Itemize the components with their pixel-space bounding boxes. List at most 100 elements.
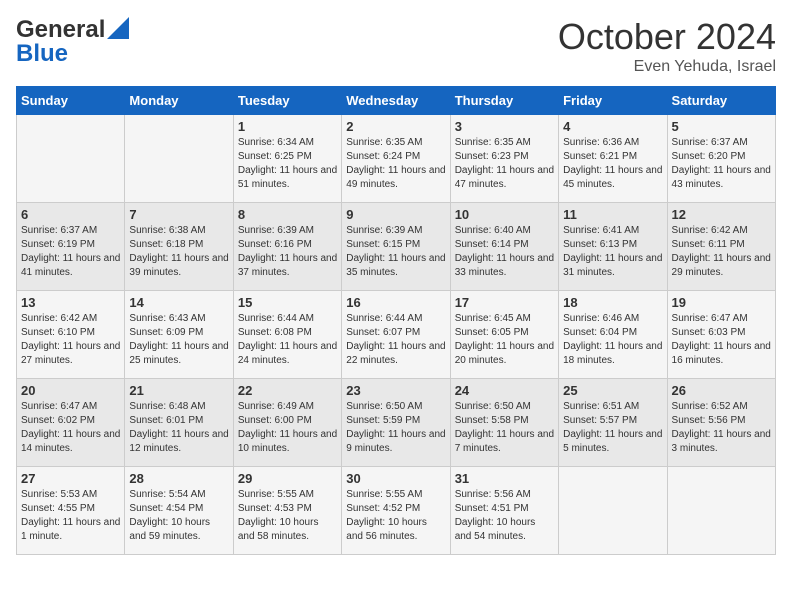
day-cell: 11Sunrise: 6:41 AM Sunset: 6:13 PM Dayli… xyxy=(559,203,667,291)
day-number: 14 xyxy=(129,295,228,310)
day-number: 7 xyxy=(129,207,228,222)
day-cell xyxy=(17,115,125,203)
day-number: 28 xyxy=(129,471,228,486)
day-number: 10 xyxy=(455,207,554,222)
day-cell: 26 Sunrise: 6:52 AM Sunset: 5:56 PM Dayli… xyxy=(667,379,775,467)
day-info: Sunrise: 6:42 AM Sunset: 6:11 PM Dayligh… xyxy=(672,224,771,280)
logo: General Blue xyxy=(16,16,129,68)
day-info: Sunrise: 6:35 AM Sunset: 6:24 PM Dayligh… xyxy=(346,136,445,192)
day-info: Sunrise: 5:56 AM Sunset: 4:51 PM Dayligh… xyxy=(455,488,554,544)
day-cell: 4Sunrise: 6:36 AM Sunset: 6:21 PM Daylig… xyxy=(559,115,667,203)
day-info: Sunrise: 5:54 AM Sunset: 4:54 PM Dayligh… xyxy=(129,488,228,544)
day-cell: 6 Sunrise: 6:37 AM Sunset: 6:19 PM Daylig… xyxy=(17,203,125,291)
day-cell xyxy=(559,467,667,555)
day-cell: 19 Sunrise: 6:47 AM Sunset: 6:03 PM Dayli… xyxy=(667,291,775,379)
day-info: Sunrise: 6:41 AM Sunset: 6:13 PM Dayligh… xyxy=(563,224,662,280)
day-number: 1 xyxy=(238,119,337,134)
day-info: Sunrise: 6:48 AM Sunset: 6:01 PM Dayligh… xyxy=(129,400,228,456)
day-number: 18 xyxy=(563,295,662,310)
day-info: Sunrise: 6:50 AM Sunset: 5:58 PM Dayligh… xyxy=(455,400,554,456)
day-number: 31 xyxy=(455,471,554,486)
day-cell: 17 Sunrise: 6:45 AM Sunset: 6:05 PM Dayli… xyxy=(450,291,558,379)
day-cell: 15 Sunrise: 6:44 AM Sunset: 6:08 PM Dayli… xyxy=(233,291,341,379)
day-info: Sunrise: 6:47 AM Sunset: 6:03 PM Dayligh… xyxy=(672,312,771,368)
day-cell: 21 Sunrise: 6:48 AM Sunset: 6:01 PM Dayli… xyxy=(125,379,233,467)
day-number: 3 xyxy=(455,119,554,134)
header-wednesday: Wednesday xyxy=(342,87,450,115)
day-info: Sunrise: 6:39 AM Sunset: 6:15 PM Dayligh… xyxy=(346,224,445,280)
day-info: Sunrise: 6:43 AM Sunset: 6:09 PM Dayligh… xyxy=(129,312,228,368)
day-info: Sunrise: 6:38 AM Sunset: 6:18 PM Dayligh… xyxy=(129,224,228,280)
header-sunday: Sunday xyxy=(17,87,125,115)
logo-blue: Blue xyxy=(16,40,68,68)
day-cell: 23Sunrise: 6:50 AM Sunset: 5:59 PM Dayli… xyxy=(342,379,450,467)
header-saturday: Saturday xyxy=(667,87,775,115)
day-cell: 30Sunrise: 5:55 AM Sunset: 4:52 PM Dayli… xyxy=(342,467,450,555)
day-number: 22 xyxy=(238,383,337,398)
day-cell: 31 Sunrise: 5:56 AM Sunset: 4:51 PM Dayli… xyxy=(450,467,558,555)
day-number: 16 xyxy=(346,295,445,310)
day-info: Sunrise: 6:47 AM Sunset: 6:02 PM Dayligh… xyxy=(21,400,120,456)
day-number: 29 xyxy=(238,471,337,486)
day-number: 15 xyxy=(238,295,337,310)
day-number: 30 xyxy=(346,471,445,486)
day-cell: 29 Sunrise: 5:55 AM Sunset: 4:53 PM Dayli… xyxy=(233,467,341,555)
day-info: Sunrise: 6:37 AM Sunset: 6:19 PM Dayligh… xyxy=(21,224,120,280)
day-cell: 14 Sunrise: 6:43 AM Sunset: 6:09 PM Dayli… xyxy=(125,291,233,379)
day-number: 23 xyxy=(346,383,445,398)
day-cell: 13Sunrise: 6:42 AM Sunset: 6:10 PM Dayli… xyxy=(17,291,125,379)
day-cell: 24 Sunrise: 6:50 AM Sunset: 5:58 PM Dayli… xyxy=(450,379,558,467)
day-number: 19 xyxy=(672,295,771,310)
day-number: 25 xyxy=(563,383,662,398)
day-info: Sunrise: 6:34 AM Sunset: 6:25 PM Dayligh… xyxy=(238,136,337,192)
day-number: 13 xyxy=(21,295,120,310)
week-row-2: 13Sunrise: 6:42 AM Sunset: 6:10 PM Dayli… xyxy=(17,291,776,379)
header-thursday: Thursday xyxy=(450,87,558,115)
day-info: Sunrise: 6:35 AM Sunset: 6:23 PM Dayligh… xyxy=(455,136,554,192)
week-row-1: 6 Sunrise: 6:37 AM Sunset: 6:19 PM Daylig… xyxy=(17,203,776,291)
day-cell: 28 Sunrise: 5:54 AM Sunset: 4:54 PM Dayli… xyxy=(125,467,233,555)
day-cell: 22 Sunrise: 6:49 AM Sunset: 6:00 PM Dayli… xyxy=(233,379,341,467)
day-number: 12 xyxy=(672,207,771,222)
header-friday: Friday xyxy=(559,87,667,115)
week-row-3: 20Sunrise: 6:47 AM Sunset: 6:02 PM Dayli… xyxy=(17,379,776,467)
week-row-0: 1 Sunrise: 6:34 AM Sunset: 6:25 PM Daylig… xyxy=(17,115,776,203)
day-info: Sunrise: 6:45 AM Sunset: 6:05 PM Dayligh… xyxy=(455,312,554,368)
day-cell: 18Sunrise: 6:46 AM Sunset: 6:04 PM Dayli… xyxy=(559,291,667,379)
day-number: 6 xyxy=(21,207,120,222)
calendar-table: SundayMondayTuesdayWednesdayThursdayFrid… xyxy=(16,86,776,555)
month-title: October 2024 xyxy=(558,16,776,58)
day-cell: 3 Sunrise: 6:35 AM Sunset: 6:23 PM Daylig… xyxy=(450,115,558,203)
page-header: General Blue October 2024 Even Yehuda, I… xyxy=(16,16,776,76)
day-info: Sunrise: 6:52 AM Sunset: 5:56 PM Dayligh… xyxy=(672,400,771,456)
title-block: October 2024 Even Yehuda, Israel xyxy=(558,16,776,76)
location-title: Even Yehuda, Israel xyxy=(558,58,776,76)
day-cell: 8 Sunrise: 6:39 AM Sunset: 6:16 PM Daylig… xyxy=(233,203,341,291)
day-info: Sunrise: 6:49 AM Sunset: 6:00 PM Dayligh… xyxy=(238,400,337,456)
day-number: 26 xyxy=(672,383,771,398)
day-cell: 27 Sunrise: 5:53 AM Sunset: 4:55 PM Dayli… xyxy=(17,467,125,555)
day-number: 5 xyxy=(672,119,771,134)
day-number: 21 xyxy=(129,383,228,398)
day-info: Sunrise: 6:44 AM Sunset: 6:07 PM Dayligh… xyxy=(346,312,445,368)
day-cell: 9 Sunrise: 6:39 AM Sunset: 6:15 PM Daylig… xyxy=(342,203,450,291)
day-cell: 2Sunrise: 6:35 AM Sunset: 6:24 PM Daylig… xyxy=(342,115,450,203)
day-info: Sunrise: 6:39 AM Sunset: 6:16 PM Dayligh… xyxy=(238,224,337,280)
day-info: Sunrise: 6:44 AM Sunset: 6:08 PM Dayligh… xyxy=(238,312,337,368)
day-cell: 16 Sunrise: 6:44 AM Sunset: 6:07 PM Dayli… xyxy=(342,291,450,379)
day-number: 24 xyxy=(455,383,554,398)
day-info: Sunrise: 5:55 AM Sunset: 4:53 PM Dayligh… xyxy=(238,488,337,544)
day-info: Sunrise: 5:53 AM Sunset: 4:55 PM Dayligh… xyxy=(21,488,120,544)
day-cell: 12 Sunrise: 6:42 AM Sunset: 6:11 PM Dayli… xyxy=(667,203,775,291)
day-number: 17 xyxy=(455,295,554,310)
day-number: 8 xyxy=(238,207,337,222)
day-cell xyxy=(125,115,233,203)
day-number: 27 xyxy=(21,471,120,486)
day-cell: 7 Sunrise: 6:38 AM Sunset: 6:18 PM Daylig… xyxy=(125,203,233,291)
day-number: 9 xyxy=(346,207,445,222)
day-number: 4 xyxy=(563,119,662,134)
day-cell: 20Sunrise: 6:47 AM Sunset: 6:02 PM Dayli… xyxy=(17,379,125,467)
day-info: Sunrise: 6:40 AM Sunset: 6:14 PM Dayligh… xyxy=(455,224,554,280)
day-cell: 25Sunrise: 6:51 AM Sunset: 5:57 PM Dayli… xyxy=(559,379,667,467)
logo-icon xyxy=(107,17,129,39)
